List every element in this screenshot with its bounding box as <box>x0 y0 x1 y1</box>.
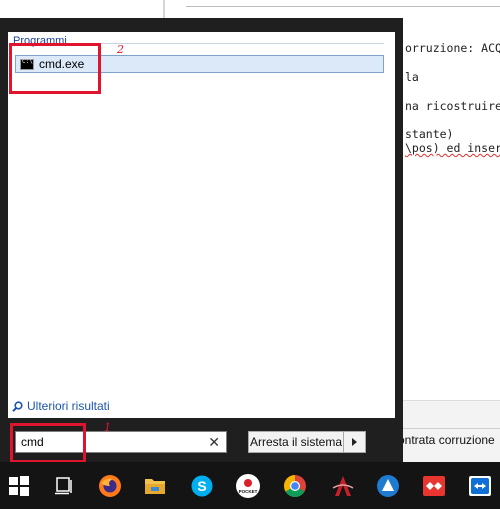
document-text-line: la <box>405 70 419 84</box>
teamviewer-button[interactable] <box>466 472 494 500</box>
file-explorer-button[interactable] <box>141 472 169 500</box>
pocket-app-button[interactable]: POCKET <box>234 472 262 500</box>
windows-start-icon <box>9 476 29 496</box>
firefox-icon <box>99 475 121 497</box>
pocket-app-icon: POCKET <box>236 474 260 498</box>
search-icon <box>12 400 23 412</box>
chevron-right-icon <box>352 438 357 446</box>
close-icon[interactable]: ✕ <box>208 434 220 451</box>
firefox-button[interactable] <box>96 472 124 500</box>
svg-text:POCKET: POCKET <box>239 489 258 494</box>
blue-triangle-app-button[interactable] <box>374 472 402 500</box>
document-text-line: \pos) ed inser <box>405 141 500 155</box>
misspelled-text: \pos) ed inser <box>405 141 500 155</box>
shutdown-options-button[interactable] <box>344 431 366 453</box>
start-button[interactable] <box>5 472 33 500</box>
anydesk-button[interactable] <box>420 472 448 500</box>
red-app-icon <box>332 476 354 496</box>
document-text-line: stante) <box>405 127 454 141</box>
document-lower-pane <box>398 400 500 462</box>
annotation-box-search <box>10 423 86 463</box>
task-view-icon <box>55 477 72 495</box>
document-text-line: orruzione: ACQ <box>405 41 500 55</box>
annotation-box-cmd-item <box>9 43 101 94</box>
document-status-text: ontrata corruzione <box>398 433 495 447</box>
document-text-line: na ricostruire <box>405 99 500 113</box>
more-results-label: Ulteriori risultati <box>27 399 110 413</box>
annotation-number: 2 <box>117 43 124 56</box>
file-explorer-icon <box>145 479 165 494</box>
document-ruler-line <box>186 6 500 7</box>
svg-text:S: S <box>197 478 206 494</box>
status-divider <box>398 428 500 429</box>
blue-triangle-app-icon <box>377 475 399 497</box>
shutdown-button[interactable]: Arresta il sistema <box>248 431 344 453</box>
skype-icon: S <box>191 475 213 497</box>
task-view-button[interactable] <box>50 472 78 500</box>
teamviewer-icon <box>469 476 491 496</box>
chrome-button[interactable] <box>281 472 309 500</box>
skype-button[interactable]: S <box>188 472 216 500</box>
anydesk-icon <box>423 476 445 496</box>
annotation-number: 1 <box>104 421 111 434</box>
chrome-icon <box>284 475 306 497</box>
more-results-link[interactable]: Ulteriori risultati <box>12 399 110 413</box>
background-left-panel <box>0 0 164 18</box>
red-app-button[interactable] <box>329 472 357 500</box>
